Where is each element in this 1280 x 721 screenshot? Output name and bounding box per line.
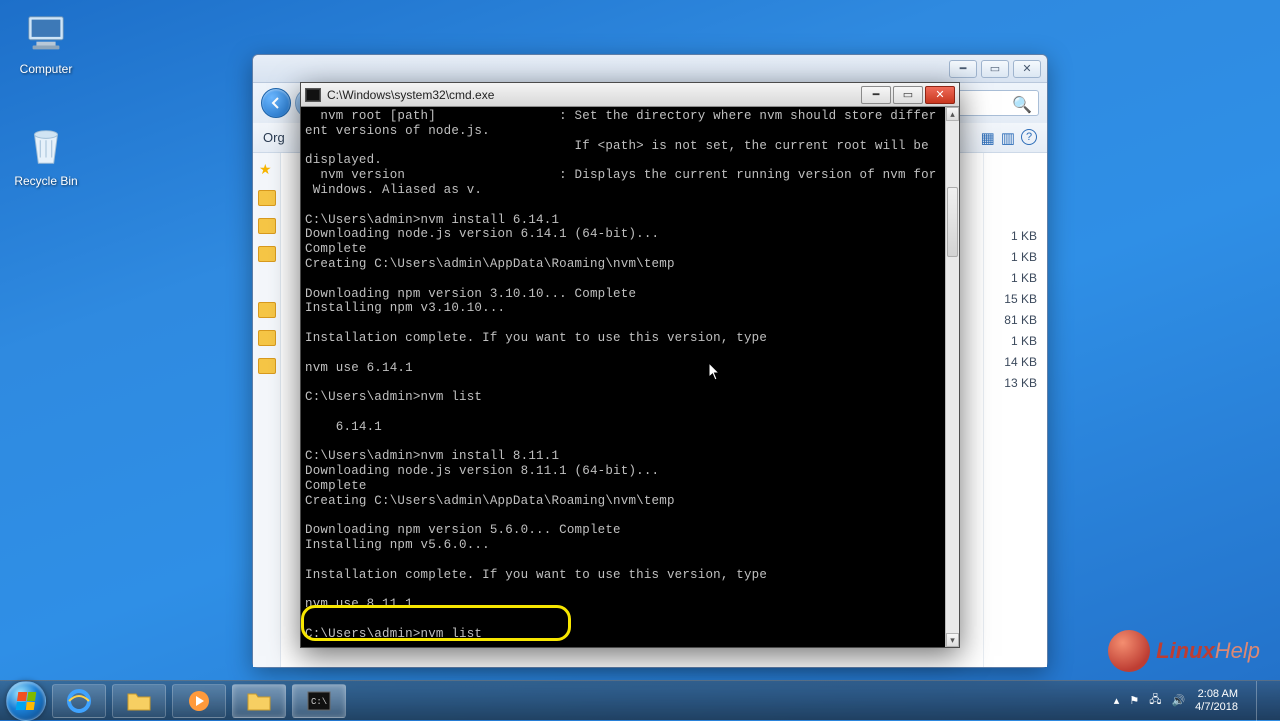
minimize-button[interactable]: ━ bbox=[861, 86, 891, 104]
cmd-icon bbox=[305, 88, 321, 102]
windows-logo-icon bbox=[16, 692, 37, 710]
taskbar-ie[interactable] bbox=[52, 684, 106, 718]
back-button[interactable] bbox=[261, 88, 291, 118]
taskbar-explorer[interactable] bbox=[112, 684, 166, 718]
file-size: 1 KB bbox=[984, 271, 1047, 292]
explorer-size-column: 1 KB 1 KB 1 KB 15 KB 81 KB 1 KB 14 KB 13… bbox=[983, 153, 1047, 667]
show-hidden-icons-icon[interactable]: ▴ bbox=[1114, 694, 1120, 707]
clock-time: 2:08 AM bbox=[1195, 688, 1238, 701]
scroll-thumb[interactable] bbox=[947, 187, 958, 257]
minimize-button[interactable]: ━ bbox=[949, 60, 977, 78]
terminal-output[interactable]: nvm root [path] : Set the directory wher… bbox=[301, 107, 945, 647]
maximize-button[interactable]: ▭ bbox=[981, 60, 1009, 78]
svg-text:C:\: C:\ bbox=[311, 697, 327, 707]
volume-icon[interactable]: 🔊 bbox=[1171, 694, 1185, 707]
folder-icon bbox=[126, 690, 152, 712]
scroll-up-arrow-icon[interactable]: ▴ bbox=[946, 107, 959, 121]
favorites-item[interactable] bbox=[258, 302, 276, 318]
folder-icon bbox=[246, 690, 272, 712]
taskbar-explorer-open[interactable] bbox=[232, 684, 286, 718]
favorites-item[interactable] bbox=[258, 358, 276, 374]
maximize-button[interactable]: ▭ bbox=[893, 86, 923, 104]
cmd-titlebar[interactable]: C:\Windows\system32\cmd.exe ━ ▭ ✕ bbox=[301, 83, 959, 107]
favorites-item[interactable] bbox=[258, 190, 276, 206]
view-button[interactable]: ▦ bbox=[981, 129, 995, 147]
favorites-item[interactable] bbox=[258, 330, 276, 346]
watermark-text-a: Linux bbox=[1156, 638, 1215, 664]
organize-menu[interactable]: Org bbox=[263, 130, 285, 145]
cmd-title: C:\Windows\system32\cmd.exe bbox=[327, 88, 494, 102]
play-icon bbox=[187, 689, 211, 713]
explorer-favorites-pane[interactable]: ★ bbox=[253, 153, 281, 667]
scroll-down-arrow-icon[interactable]: ▾ bbox=[946, 633, 959, 647]
watermark: LinuxHelp bbox=[1108, 630, 1260, 672]
cmd-icon: C:\ bbox=[307, 691, 331, 711]
system-tray[interactable]: ▴ ⚑ 🖧 🔊 2:08 AM 4/7/2018 bbox=[1114, 681, 1274, 721]
file-size: 1 KB bbox=[984, 250, 1047, 271]
taskbar-clock[interactable]: 2:08 AM 4/7/2018 bbox=[1195, 688, 1238, 714]
start-button[interactable] bbox=[6, 681, 46, 721]
file-size: 1 KB bbox=[984, 229, 1047, 250]
recycle-bin-icon bbox=[22, 122, 70, 170]
file-size: 15 KB bbox=[984, 292, 1047, 313]
desktop-icon-label: Recycle Bin bbox=[8, 174, 84, 188]
taskbar[interactable]: C:\ ▴ ⚑ 🖧 🔊 2:08 AM 4/7/2018 bbox=[0, 680, 1280, 720]
cmd-scrollbar[interactable]: ▴ ▾ bbox=[945, 107, 959, 647]
close-button[interactable]: ✕ bbox=[925, 86, 955, 104]
mouse-cursor-icon bbox=[708, 362, 722, 382]
desktop-icon-label: Computer bbox=[8, 62, 84, 76]
file-size: 14 KB bbox=[984, 355, 1047, 376]
cmd-window[interactable]: C:\Windows\system32\cmd.exe ━ ▭ ✕ nvm ro… bbox=[300, 82, 960, 648]
show-desktop-button[interactable] bbox=[1256, 681, 1270, 721]
action-center-icon[interactable]: ⚑ bbox=[1129, 694, 1139, 707]
favorites-star-icon: ★ bbox=[259, 161, 274, 178]
close-button[interactable]: ✕ bbox=[1013, 60, 1041, 78]
file-size: 81 KB bbox=[984, 313, 1047, 334]
file-size: 13 KB bbox=[984, 376, 1047, 397]
arrow-left-icon bbox=[269, 96, 283, 110]
watermark-text-b: Help bbox=[1215, 638, 1260, 664]
favorites-item[interactable] bbox=[258, 218, 276, 234]
desktop-icon-recycle[interactable]: Recycle Bin bbox=[8, 122, 84, 188]
file-size: 1 KB bbox=[984, 334, 1047, 355]
network-icon[interactable]: 🖧 bbox=[1149, 691, 1161, 710]
taskbar-cmd[interactable]: C:\ bbox=[292, 684, 346, 718]
globe-icon bbox=[1108, 630, 1150, 672]
preview-button[interactable]: ▥ bbox=[1001, 129, 1015, 147]
search-icon: 🔍 bbox=[1012, 95, 1032, 115]
taskbar-media-player[interactable] bbox=[172, 684, 226, 718]
computer-icon bbox=[22, 10, 70, 58]
ie-icon bbox=[66, 688, 92, 714]
favorites-item[interactable] bbox=[258, 246, 276, 262]
clock-date: 4/7/2018 bbox=[1195, 701, 1238, 714]
desktop-icon-computer[interactable]: Computer bbox=[8, 10, 84, 76]
help-button[interactable]: ? bbox=[1021, 129, 1037, 145]
explorer-titlebar[interactable]: ━ ▭ ✕ bbox=[253, 55, 1047, 83]
